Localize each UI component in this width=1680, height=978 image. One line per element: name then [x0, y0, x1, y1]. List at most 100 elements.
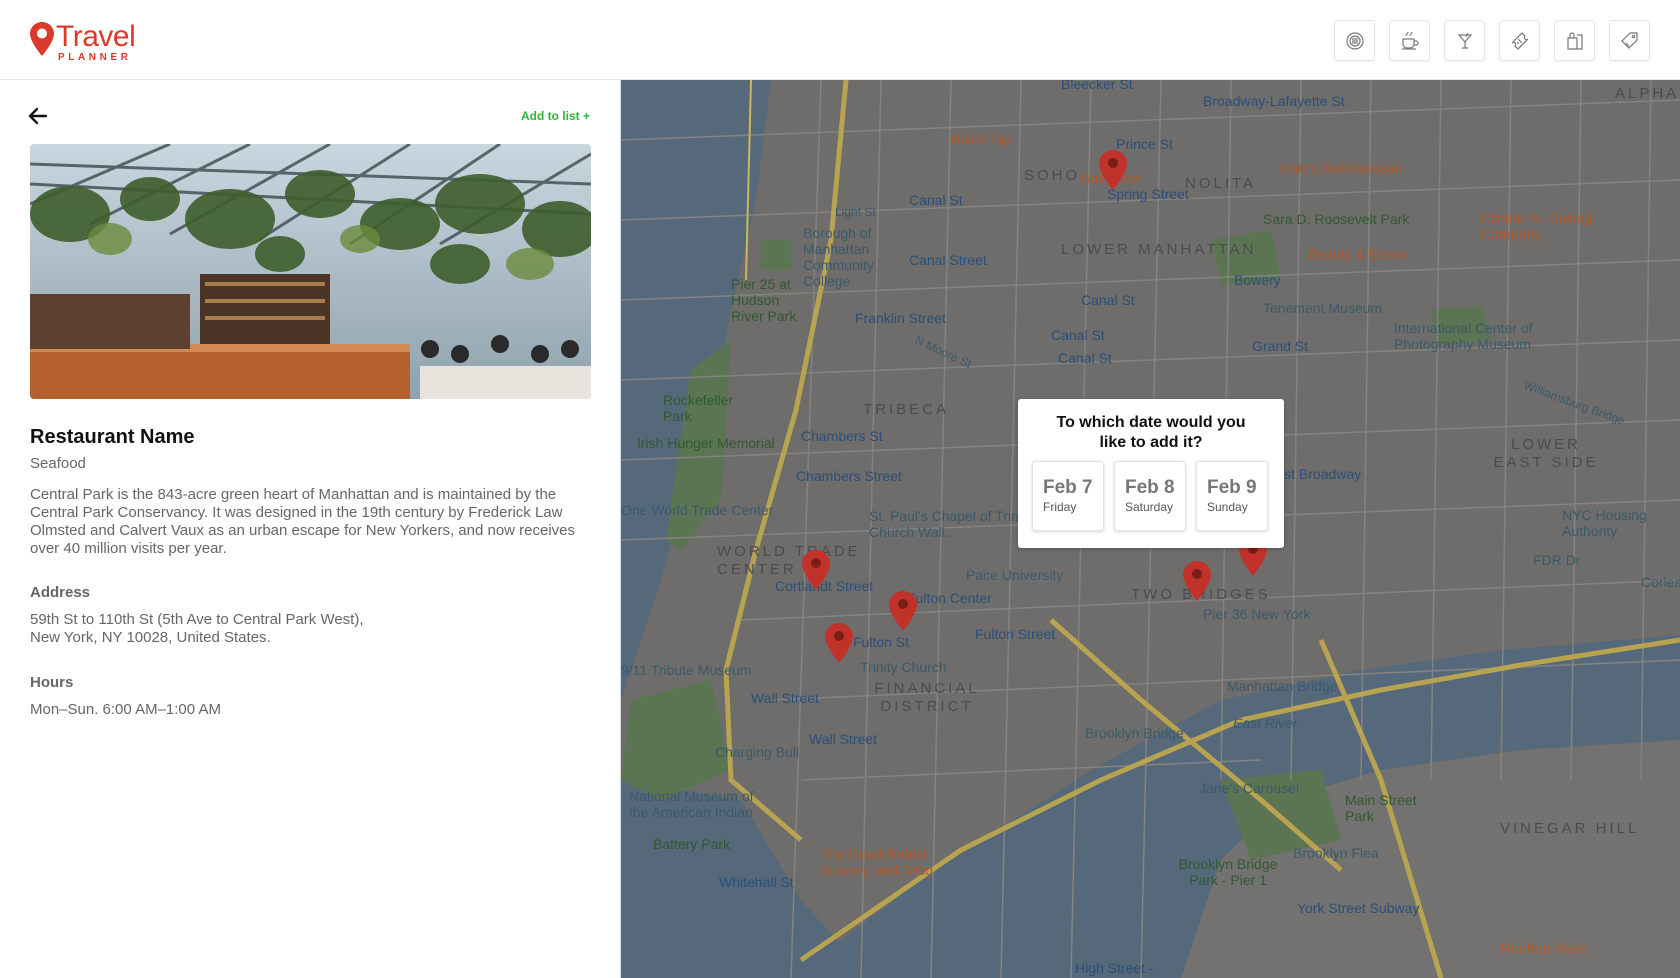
- map-poi-main-street-park[interactable]: Main Street Park: [1345, 792, 1425, 824]
- map-poi-rockefeller-park[interactable]: Rockefeller Park: [663, 392, 733, 424]
- map-station-canal-5[interactable]: Canal St: [1058, 350, 1112, 366]
- map-poi-clinton-st[interactable]: Clinton St. Baking Company: [1481, 210, 1631, 242]
- map-label-lower-east-side: LOWER EAST SIDE: [1493, 436, 1599, 471]
- logo-title: Travel: [56, 20, 136, 53]
- date-label: Feb 7: [1043, 477, 1093, 498]
- tag-icon: [1620, 31, 1638, 49]
- location-pin-icon: [30, 22, 54, 56]
- hours-value: Mon–Sun. 6:00 AM–1:00 AM: [30, 701, 221, 718]
- cuisine-type: Seafood: [30, 455, 86, 472]
- travel-planner-logo[interactable]: Travel PLANNER: [30, 20, 136, 63]
- map-poi-beauty-essex[interactable]: Beauty & Essex: [1308, 246, 1407, 262]
- map-poi-brooklyn-flea[interactable]: Brooklyn Flea: [1293, 845, 1379, 861]
- map-poi-katz[interactable]: Katz's Delicatessen: [1281, 160, 1403, 176]
- map-pin-icon[interactable]: [825, 623, 853, 663]
- shopping-bag-icon: [1566, 31, 1583, 50]
- map-poi-york-subway[interactable]: York Street Subway: [1297, 900, 1419, 916]
- map-label-alpha: ALPHA: [1615, 85, 1680, 102]
- day-label: Saturday: [1125, 500, 1174, 514]
- map-station-fulton-2[interactable]: Fulton Street: [975, 626, 1055, 642]
- place-description: Central Park is the 843-acre green heart…: [30, 486, 576, 557]
- address-line-1: 59th St to 110th St (5th Ave to Central …: [30, 611, 364, 628]
- cafe-filter-button[interactable]: [1389, 20, 1430, 61]
- map-pin-icon[interactable]: [889, 591, 917, 631]
- map-poi-tenement[interactable]: Tenement Museum: [1263, 300, 1382, 316]
- map-station-fulton-1[interactable]: Fulton St: [853, 634, 909, 650]
- attractions-icon: [1345, 31, 1364, 50]
- map-poi-black-tap[interactable]: Black Tap: [951, 131, 1011, 147]
- map-poi-pier25[interactable]: Pier 25 at Hudson River Park: [731, 276, 811, 324]
- tickets-filter-button[interactable]: [1499, 20, 1540, 61]
- category-filter-bar: [1334, 20, 1650, 61]
- map-poi-one-wtc[interactable]: One World Trade Center: [621, 502, 773, 518]
- restaurant-photo: [30, 144, 591, 399]
- map-label-tribeca: TRIBECA: [863, 401, 950, 418]
- map-poi-dead-rabbit[interactable]: The Dead Rabbit Grocery and Grog: [821, 846, 951, 878]
- map-poi-irish-hunger[interactable]: Irish Hunger Memorial: [637, 435, 775, 451]
- map-poi-sara-park[interactable]: Sara D. Roosevelt Park: [1263, 211, 1409, 227]
- map-poi-icp[interactable]: International Center of Photography Muse…: [1394, 320, 1569, 352]
- map-station-bowery[interactable]: Bowery: [1234, 272, 1281, 288]
- map-street-light: Light St: [835, 205, 876, 219]
- map-poi-pace[interactable]: Pace University: [966, 567, 1063, 583]
- map-station-bleecker[interactable]: Bleecker St: [1061, 80, 1133, 92]
- cocktail-icon: [1457, 32, 1472, 49]
- map-label-lower-manhattan: LOWER MANHATTAN: [1061, 241, 1257, 258]
- map-station-wall-2[interactable]: Wall Street: [809, 731, 877, 747]
- date-option-button[interactable]: Feb 9 Sunday: [1196, 461, 1268, 531]
- date-label: Feb 9: [1207, 477, 1257, 498]
- map-poi-brooklyn-bridge[interactable]: Brooklyn Bridge: [1085, 725, 1184, 741]
- map-station-broadway-lafayette[interactable]: Broadway-Lafayette St: [1203, 93, 1345, 109]
- map-station-high-street[interactable]: High Street -: [1075, 960, 1154, 976]
- map-poi-911-tribute[interactable]: 9/11 Tribute Museum: [621, 662, 751, 678]
- ticket-icon: [1511, 31, 1528, 50]
- map-station-canal-2[interactable]: Canal Street: [909, 252, 987, 268]
- map-poi-trinity[interactable]: Trinity Church: [860, 659, 947, 675]
- map-station-canal-1[interactable]: Canal St: [909, 192, 963, 208]
- map-poi-manhattan-bridge[interactable]: Manhattan Bridge: [1227, 678, 1338, 694]
- map-poi-battery-park[interactable]: Battery Park: [653, 836, 730, 852]
- map-poi-nyc-housing[interactable]: NYC Housing Authority: [1562, 507, 1680, 539]
- map-poi-st-pauls[interactable]: St. Paul's Chapel of Trinity Church Wall…: [869, 508, 1039, 540]
- map-station-wall-1[interactable]: Wall Street: [751, 690, 819, 706]
- map-poi-rooftop-reds[interactable]: Rooftop Reds: [1501, 940, 1587, 956]
- map-label-nolita: NOLITA: [1185, 175, 1257, 192]
- bar-filter-button[interactable]: [1444, 20, 1485, 61]
- restaurant-name: Restaurant Name: [30, 426, 195, 448]
- map-poi-bb-pier1[interactable]: Brooklyn Bridge Park - Pier 1: [1173, 856, 1283, 888]
- popup-title: To which date would you like to add it?: [1056, 414, 1246, 451]
- day-label: Sunday: [1207, 500, 1248, 514]
- map-station-chambers-1[interactable]: Chambers St: [801, 428, 883, 444]
- date-option-button[interactable]: Feb 8 Saturday: [1114, 461, 1186, 531]
- map-label-soho: SOHO: [1024, 167, 1081, 184]
- map-station-chambers-2[interactable]: Chambers Street: [796, 468, 902, 484]
- map-station-canal-4[interactable]: Canal St: [1051, 327, 1105, 343]
- map-poi-charging-bull[interactable]: Charging Bull: [715, 744, 799, 760]
- add-to-list-link[interactable]: Add to list +: [521, 109, 590, 123]
- map-label-vinegar-hill: VINEGAR HILL: [1500, 820, 1640, 837]
- map-poi-pier36[interactable]: Pier 36 New York: [1203, 606, 1310, 622]
- cafe-icon: [1401, 31, 1419, 50]
- map-poi-corlear[interactable]: Corlear: [1641, 574, 1680, 590]
- map-pin-icon[interactable]: [802, 550, 830, 590]
- map-poi-nmai[interactable]: National Museum of the American Indian: [629, 788, 769, 820]
- map-poi-fulton-center[interactable]: Fulton Center: [907, 590, 992, 606]
- map-poi-janes-carousel[interactable]: Jane's Carousel: [1199, 780, 1299, 796]
- top-header: Travel PLANNER: [0, 0, 1680, 80]
- attractions-filter-button[interactable]: [1334, 20, 1375, 61]
- address-label: Address: [30, 584, 91, 601]
- map-station-franklin[interactable]: Franklin Street: [855, 310, 946, 326]
- date-option-button[interactable]: Feb 7 Friday: [1032, 461, 1104, 531]
- map-station-grand[interactable]: Grand St: [1252, 338, 1308, 354]
- date-options: Feb 7 Friday Feb 8 Saturday Feb 9 Sunday: [1032, 461, 1268, 531]
- map-station-canal-3[interactable]: Canal St: [1081, 292, 1135, 308]
- back-arrow-icon[interactable]: [28, 107, 48, 125]
- map-poi-bmcc[interactable]: Borough of Manhattan Community College: [803, 225, 898, 289]
- deals-filter-button[interactable]: [1609, 20, 1650, 61]
- map-pin-icon[interactable]: [1183, 561, 1211, 601]
- map-label-east-river: East River: [1233, 715, 1298, 731]
- shopping-filter-button[interactable]: [1554, 20, 1595, 61]
- map-pin-icon[interactable]: [1099, 150, 1127, 190]
- map-station-whitehall[interactable]: Whitehall St: [719, 874, 794, 890]
- add-to-date-popup: To which date would you like to add it? …: [1018, 399, 1284, 548]
